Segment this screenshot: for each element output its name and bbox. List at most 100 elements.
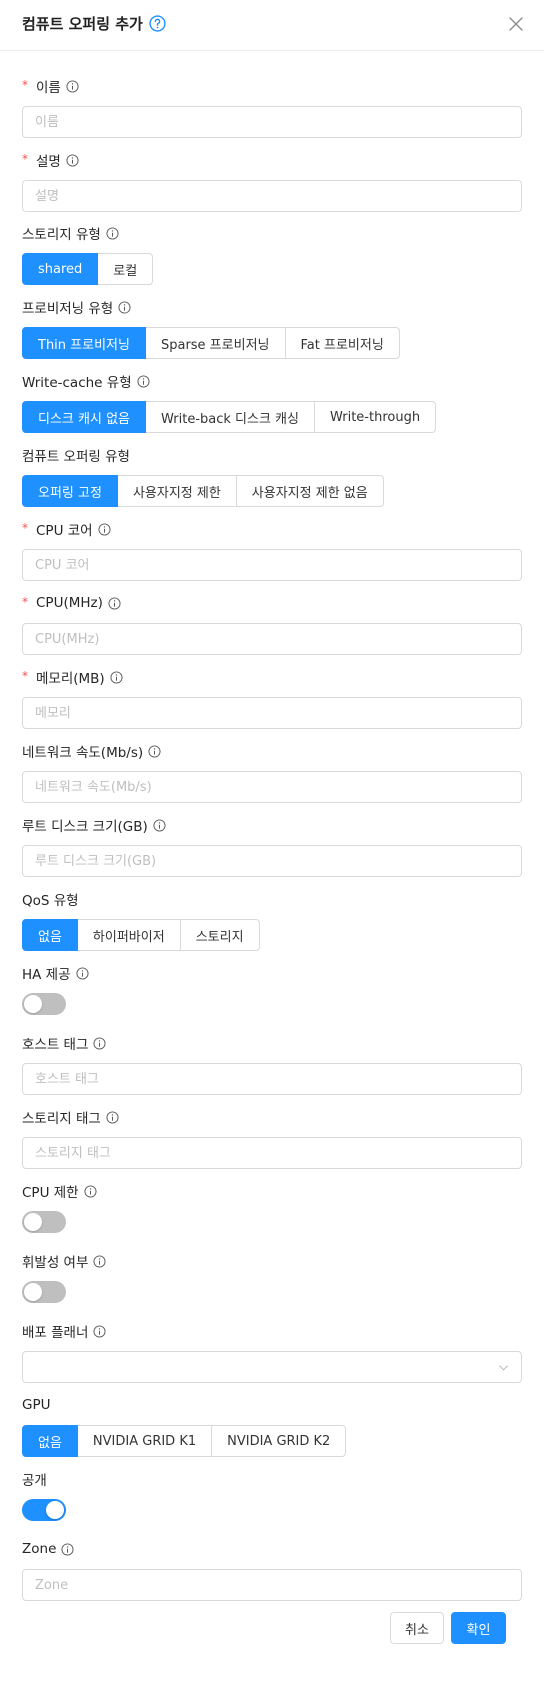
zone-field: Zone <box>22 1539 522 1601</box>
qos-option-none[interactable]: 없음 <box>22 919 78 951</box>
cpu-mhz-input[interactable] <box>22 623 522 655</box>
info-circle-icon[interactable] <box>153 818 166 832</box>
required-mark: * <box>22 669 28 683</box>
host-tags-input[interactable] <box>22 1063 522 1095</box>
network-rate-input[interactable] <box>22 771 522 803</box>
offering-type-option-custom-unconstrained[interactable]: 사용자지정 제한 없음 <box>235 475 384 507</box>
info-circle-icon[interactable] <box>148 744 161 758</box>
cancel-button[interactable]: 취소 <box>390 1612 444 1644</box>
cpu-limit-label: CPU 제한 <box>22 1181 522 1201</box>
name-label: * 이름 <box>22 76 522 96</box>
storage-type-label: 스토리지 유형 <box>22 223 522 243</box>
cpu-mhz-field: * CPU(MHz) <box>22 593 522 655</box>
zone-input[interactable] <box>22 1569 522 1601</box>
offering-type-option-custom-constrained[interactable]: 사용자지정 제한 <box>116 475 237 507</box>
info-circle-icon[interactable] <box>93 1036 106 1050</box>
qos-option-hypervisor[interactable]: 하이퍼바이저 <box>76 919 181 951</box>
name-field: * 이름 <box>22 76 522 138</box>
description-label-text: 설명 <box>36 154 61 170</box>
close-icon[interactable] <box>508 16 524 32</box>
qos-type-radio-group: 없음 하이퍼바이저 스토리지 <box>22 919 260 951</box>
cpu-mhz-label: * CPU(MHz) <box>22 593 522 613</box>
cpu-mhz-label-text: CPU(MHz) <box>36 595 103 611</box>
provisioning-type-label: 프로비저닝 유형 <box>22 297 522 317</box>
host-tags-label: 호스트 태그 <box>22 1033 522 1053</box>
provisioning-option-fat[interactable]: Fat 프로비저닝 <box>284 327 400 359</box>
storage-type-option-shared[interactable]: shared <box>22 253 99 285</box>
info-circle-icon[interactable] <box>61 1542 74 1556</box>
deployment-planner-field: 배포 플래너 <box>22 1321 522 1383</box>
required-mark: * <box>22 152 28 166</box>
storage-tags-input[interactable] <box>22 1137 522 1169</box>
root-disk-size-input[interactable] <box>22 845 522 877</box>
public-toggle[interactable] <box>22 1499 66 1521</box>
cpu-limit-toggle[interactable] <box>22 1211 66 1233</box>
provisioning-option-thin[interactable]: Thin 프로비저닝 <box>22 327 146 359</box>
write-cache-type-label: Write-cache 유형 <box>22 371 522 391</box>
write-cache-option-writethrough[interactable]: Write-through <box>313 401 437 433</box>
gpu-field: GPU 없음 NVIDIA GRID K1 NVIDIA GRID K2 <box>22 1395 522 1457</box>
info-circle-icon[interactable] <box>137 374 150 388</box>
dialog-header: 컴퓨트 오퍼링 추가 <box>0 0 544 51</box>
deployment-planner-select[interactable] <box>22 1351 522 1383</box>
ha-field: HA 제공 <box>22 963 522 1015</box>
cpu-limit-label-text: CPU 제한 <box>22 1185 79 1201</box>
cpu-cores-label: * CPU 코어 <box>22 519 522 539</box>
info-circle-icon[interactable] <box>106 1110 119 1124</box>
cpu-limit-field: CPU 제한 <box>22 1181 522 1233</box>
root-disk-size-label-text: 루트 디스크 크기(GB) <box>22 819 148 835</box>
info-circle-icon[interactable] <box>66 79 79 93</box>
offering-type-label-text: 컴퓨트 오퍼링 유형 <box>22 449 130 465</box>
info-circle-icon[interactable] <box>106 226 119 240</box>
info-circle-icon[interactable] <box>108 596 121 610</box>
storage-tags-label-text: 스토리지 태그 <box>22 1111 101 1127</box>
write-cache-radio-group: 디스크 캐시 없음 Write-back 디스크 캐싱 Write-throug… <box>22 401 437 433</box>
info-circle-icon[interactable] <box>118 300 131 314</box>
cpu-cores-input[interactable] <box>22 549 522 581</box>
storage-tags-field: 스토리지 태그 <box>22 1107 522 1169</box>
info-circle-icon[interactable] <box>75 966 89 980</box>
description-input[interactable] <box>22 180 522 212</box>
question-circle-icon[interactable] <box>149 15 166 32</box>
info-circle-icon[interactable] <box>110 670 123 684</box>
host-tags-field: 호스트 태그 <box>22 1033 522 1095</box>
info-circle-icon[interactable] <box>66 153 79 167</box>
qos-type-label: QoS 유형 <box>22 889 522 909</box>
storage-tags-label: 스토리지 태그 <box>22 1107 522 1127</box>
root-disk-size-label: 루트 디스크 크기(GB) <box>22 815 522 835</box>
info-circle-icon[interactable] <box>93 1254 106 1268</box>
provisioning-type-radio-group: Thin 프로비저닝 Sparse 프로비저닝 Fat 프로비저닝 <box>22 327 400 359</box>
volatile-label-text: 휘발성 여부 <box>22 1255 89 1271</box>
ok-button[interactable]: 확인 <box>451 1612 506 1644</box>
toggle-knob <box>46 1501 64 1519</box>
memory-label: * 메모리(MB) <box>22 667 522 687</box>
write-cache-option-none[interactable]: 디스크 캐시 없음 <box>22 401 146 433</box>
cpu-cores-field: * CPU 코어 <box>22 519 522 581</box>
name-input[interactable] <box>22 106 522 138</box>
info-circle-icon[interactable] <box>98 522 111 536</box>
gpu-option-grid-k2[interactable]: NVIDIA GRID K2 <box>211 1425 347 1457</box>
provisioning-option-sparse[interactable]: Sparse 프로비저닝 <box>144 327 286 359</box>
info-circle-icon[interactable] <box>84 1184 97 1198</box>
memory-input[interactable] <box>22 697 522 729</box>
gpu-option-none[interactable]: 없음 <box>22 1425 78 1457</box>
chevron-down-icon <box>498 1365 509 1371</box>
gpu-option-grid-k1[interactable]: NVIDIA GRID K1 <box>76 1425 213 1457</box>
description-field: * 설명 <box>22 150 522 212</box>
write-cache-option-writeback[interactable]: Write-back 디스크 캐싱 <box>145 401 315 433</box>
toggle-knob <box>24 1213 42 1231</box>
memory-field: * 메모리(MB) <box>22 667 522 729</box>
write-cache-type-field: Write-cache 유형 디스크 캐시 없음 Write-back 디스크 … <box>22 371 522 433</box>
offering-type-option-fixed[interactable]: 오퍼링 고정 <box>22 475 118 507</box>
dialog-title: 컴퓨트 오퍼링 추가 <box>22 15 143 33</box>
zone-label-text: Zone <box>22 1541 57 1557</box>
storage-type-option-local[interactable]: 로컬 <box>97 253 154 285</box>
volatile-field: 휘발성 여부 <box>22 1251 522 1303</box>
host-tags-label-text: 호스트 태그 <box>22 1037 89 1053</box>
zone-label: Zone <box>22 1539 522 1559</box>
network-rate-label: 네트워크 속도(Mb/s) <box>22 741 522 761</box>
info-circle-icon[interactable] <box>93 1324 106 1338</box>
volatile-toggle[interactable] <box>22 1281 66 1303</box>
qos-option-storage[interactable]: 스토리지 <box>179 919 260 951</box>
ha-toggle[interactable] <box>22 993 66 1015</box>
